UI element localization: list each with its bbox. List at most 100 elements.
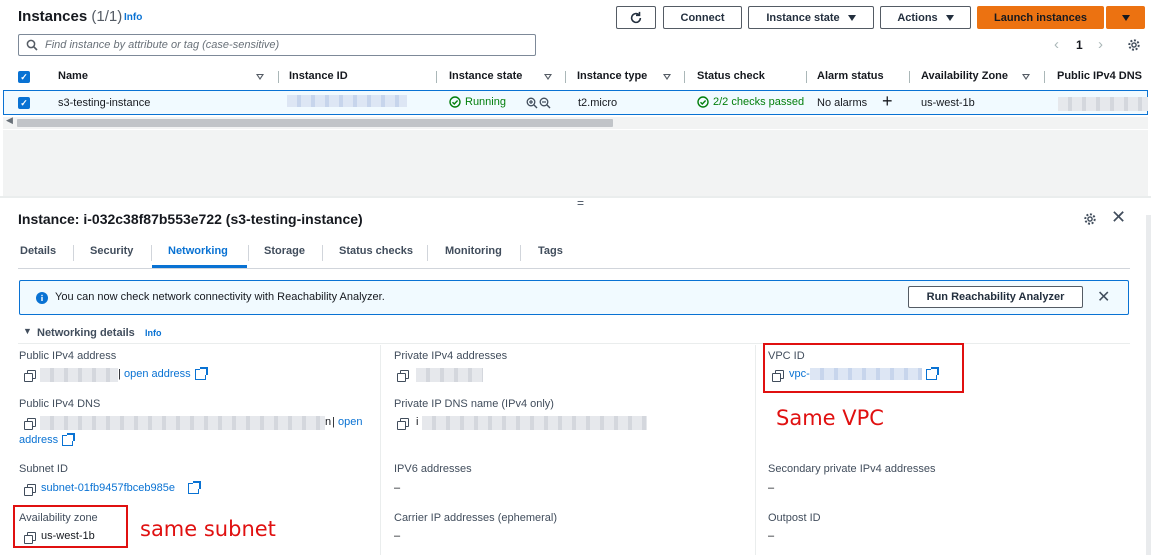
page-number[interactable]: 1 <box>1076 38 1083 52</box>
row-state-label: Running <box>465 96 506 108</box>
scrollbar-thumb[interactable] <box>17 119 613 127</box>
tab-tags[interactable]: Tags <box>538 245 563 257</box>
private-ip-value <box>416 368 483 382</box>
private-dns-value <box>422 416 647 430</box>
external-link-icon[interactable] <box>62 433 75 446</box>
row-status-check: 2/2 checks passed <box>697 96 805 108</box>
row-checkbox[interactable]: ✓ <box>18 97 30 109</box>
annotation-same-subnet: same subnet <box>140 517 276 541</box>
tab-separator <box>151 245 152 261</box>
row-public-dns <box>1058 97 1148 111</box>
search-input[interactable]: Find instance by attribute or tag (case-… <box>18 34 536 56</box>
annotation-box-az <box>13 505 128 548</box>
external-link-icon[interactable] <box>195 367 208 380</box>
launch-dropdown-button[interactable] <box>1106 6 1145 29</box>
open-address-link[interactable]: open address <box>124 368 191 380</box>
column-separator <box>565 71 566 83</box>
column-header-name[interactable]: Name <box>58 70 88 82</box>
tab-storage[interactable]: Storage <box>264 245 305 257</box>
section-title[interactable]: Networking details <box>37 327 135 339</box>
copy-icon[interactable] <box>397 418 409 430</box>
address-link[interactable]: address <box>19 434 58 446</box>
refresh-icon <box>630 11 642 23</box>
collapse-caret-icon[interactable]: ▼ <box>23 326 32 336</box>
tab-separator <box>427 245 428 261</box>
subnet-id-link[interactable]: subnet-01fb9457fbceb985e <box>41 482 175 494</box>
column-separator <box>436 71 437 83</box>
column-header-instance-type[interactable]: Instance type <box>577 70 647 82</box>
label-public-ipv4-address: Public IPv4 address <box>19 350 117 362</box>
tabs-underline <box>18 268 1130 269</box>
dismiss-alert-icon[interactable]: ✕ <box>1097 287 1110 307</box>
panel-settings-icon[interactable] <box>1083 212 1097 226</box>
drag-handle-icon[interactable]: = <box>577 196 584 210</box>
pipe-separator: | <box>118 368 121 380</box>
tab-monitoring[interactable]: Monitoring <box>445 245 502 257</box>
open-link[interactable]: open <box>338 416 362 428</box>
annotation-same-vpc: Same VPC <box>776 406 884 430</box>
filter-caret-icon[interactable] <box>663 74 671 80</box>
tab-details[interactable]: Details <box>20 245 56 257</box>
row-instance-id[interactable] <box>287 95 407 107</box>
column-separator <box>278 71 279 83</box>
column-header-instance-id[interactable]: Instance ID <box>289 70 348 82</box>
column-header-public-dns[interactable]: Public IPv4 DNS <box>1057 70 1142 82</box>
prev-page-icon[interactable]: ‹ <box>1054 36 1059 53</box>
add-alarm-icon[interactable]: + <box>882 91 893 112</box>
zoom-out-icon[interactable] <box>539 97 551 109</box>
label-outpost-id: Outpost ID <box>768 512 821 524</box>
tab-separator <box>248 245 249 261</box>
copy-icon[interactable] <box>24 370 36 382</box>
vertical-scrollbar[interactable] <box>1146 215 1151 555</box>
split-panel-divider[interactable] <box>0 196 1151 198</box>
settings-icon[interactable] <box>1127 38 1141 52</box>
outpost-id-value: – <box>768 530 775 542</box>
external-link-icon[interactable] <box>188 481 201 494</box>
secondary-private-value: – <box>768 482 775 494</box>
public-ip-value <box>40 368 118 382</box>
row-az: us-west-1b <box>921 97 975 109</box>
row-name: s3-testing-instance <box>58 97 151 109</box>
filter-caret-icon[interactable] <box>256 74 264 80</box>
scroll-left-icon[interactable]: ◀ <box>6 115 13 126</box>
page-title: Instances (1/1) <box>18 8 122 25</box>
column-header-instance-state[interactable]: Instance state <box>449 70 522 82</box>
refresh-button[interactable] <box>616 6 656 29</box>
horizontal-scrollbar[interactable]: ◀ <box>3 115 1148 129</box>
chevron-down-icon <box>945 14 954 21</box>
filter-caret-icon[interactable] <box>1022 74 1030 80</box>
select-all-checkbox[interactable]: ✓ <box>18 71 30 83</box>
actions-label: Actions <box>897 11 938 24</box>
column-header-alarm-status[interactable]: Alarm status <box>817 70 884 82</box>
next-page-icon[interactable]: › <box>1098 36 1103 53</box>
close-panel-icon[interactable]: ✕ <box>1111 207 1126 228</box>
column-divider <box>755 345 756 555</box>
copy-icon[interactable] <box>24 418 36 430</box>
launch-instances-label: Launch instances <box>994 11 1087 24</box>
column-separator <box>684 71 685 83</box>
actions-button[interactable]: Actions <box>880 6 971 29</box>
tab-status-checks[interactable]: Status checks <box>339 245 413 257</box>
copy-icon[interactable] <box>397 370 409 382</box>
tab-networking[interactable]: Networking <box>168 245 228 257</box>
annotation-box-vpc <box>763 343 964 393</box>
column-divider <box>380 345 381 555</box>
tab-security[interactable]: Security <box>90 245 133 257</box>
info-link[interactable]: Info <box>124 12 142 23</box>
connect-button[interactable]: Connect <box>663 6 742 29</box>
ipv6-value: – <box>394 482 401 494</box>
label-carrier-ip: Carrier IP addresses (ephemeral) <box>394 512 558 524</box>
instance-count: (1/1) <box>91 8 123 25</box>
column-header-status-check[interactable]: Status check <box>697 70 765 82</box>
launch-instances-button[interactable]: Launch instances <box>977 6 1104 29</box>
alert-message: You can now check network connectivity w… <box>55 291 385 303</box>
filter-caret-icon[interactable] <box>544 74 552 80</box>
run-reachability-analyzer-button[interactable]: Run Reachability Analyzer <box>908 286 1083 308</box>
row-alarm: No alarms <box>817 97 868 109</box>
section-info-link[interactable]: Info <box>145 328 162 338</box>
table-row[interactable] <box>3 90 1148 115</box>
copy-icon[interactable] <box>24 484 36 496</box>
instance-state-button[interactable]: Instance state <box>748 6 874 29</box>
column-header-availability-zone[interactable]: Availability Zone <box>921 70 1008 82</box>
zoom-in-icon[interactable] <box>526 97 538 109</box>
